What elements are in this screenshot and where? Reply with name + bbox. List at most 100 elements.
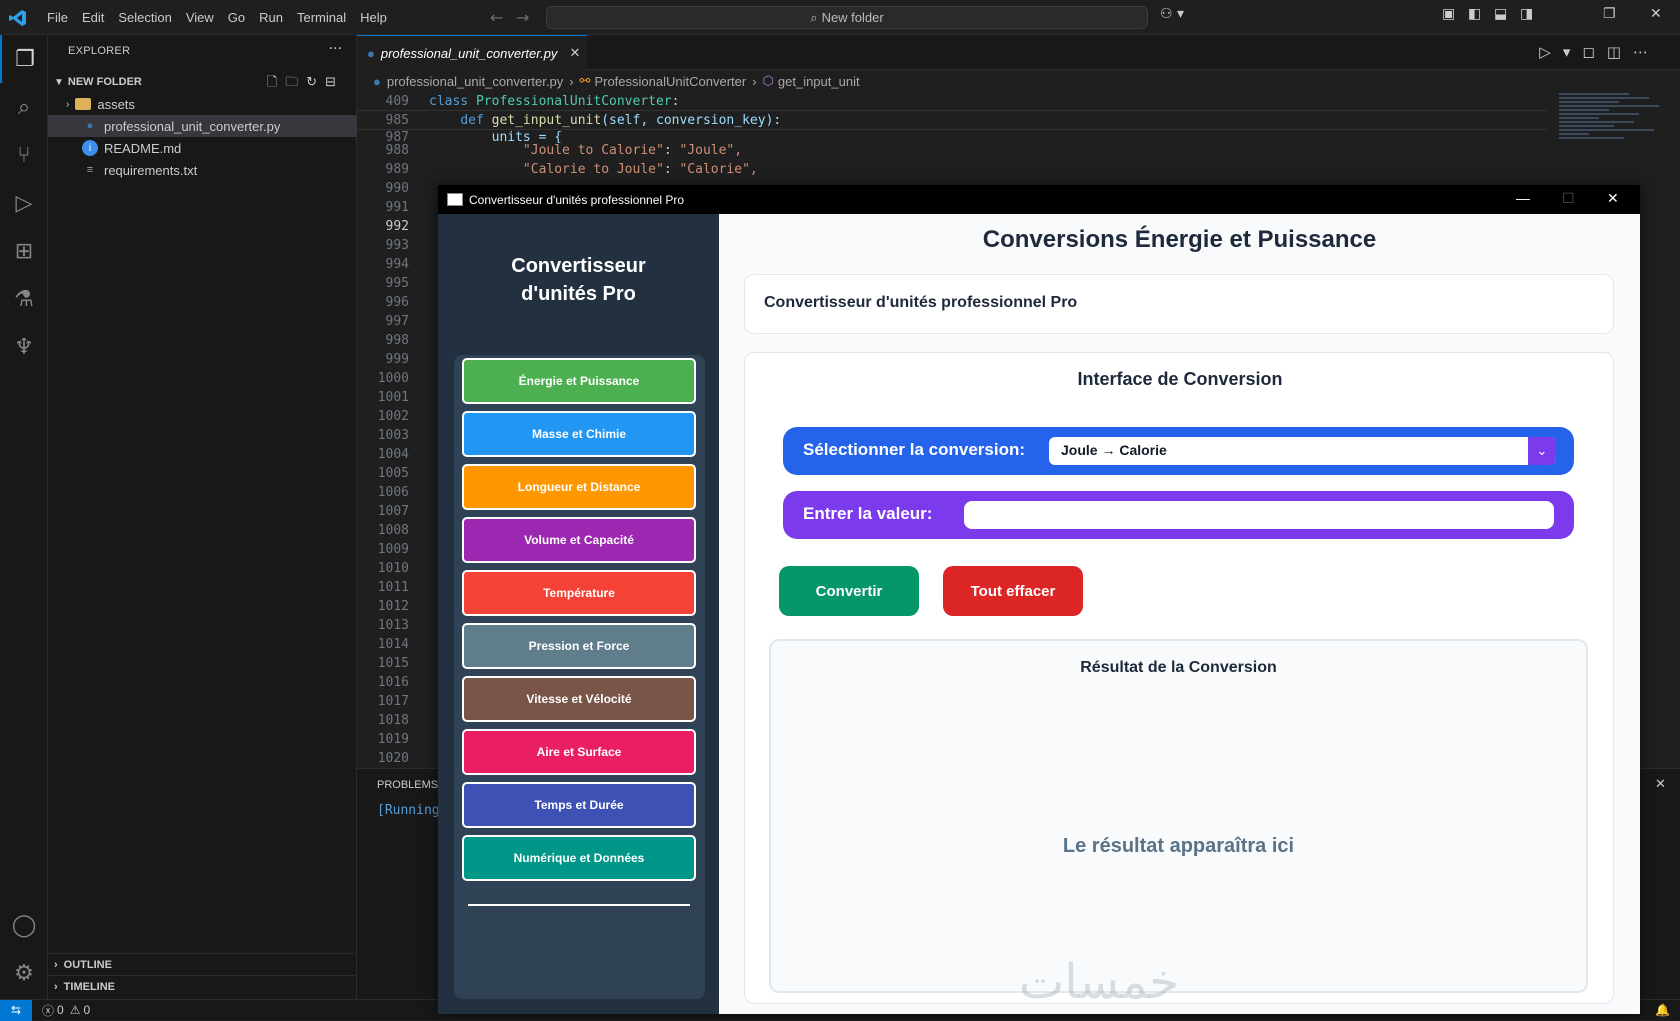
sticky-line-def[interactable]: 985 def get_input_unit(self, conversion_… xyxy=(357,111,1547,130)
testing-icon[interactable]: ⚗ xyxy=(0,275,48,323)
category-button[interactable]: Vitesse et Vélocité xyxy=(462,676,696,722)
menu-go[interactable]: Go xyxy=(221,10,252,25)
result-title: Résultat de la Conversion xyxy=(1080,659,1277,676)
app-icon xyxy=(447,193,463,206)
panel-tab-problems[interactable]: PROBLEMS xyxy=(377,779,438,791)
remote-icon[interactable]: ⇆ xyxy=(0,999,32,1021)
tab-converter-py[interactable]: ● professional_unit_converter.py ✕ xyxy=(357,35,587,70)
breadcrumb-method[interactable]: get_input_unit xyxy=(778,74,860,89)
code-line: 995 xyxy=(357,274,409,293)
category-button[interactable]: Temps et Durée xyxy=(462,782,696,828)
explorer-icon[interactable]: ❐ xyxy=(0,35,48,83)
copilot-icon[interactable]: ⚇ ▾ xyxy=(1160,6,1184,22)
outline-section[interactable]: › OUTLINE xyxy=(48,953,357,975)
convert-button[interactable]: Convertir xyxy=(779,566,919,616)
line-number: 1014 xyxy=(377,637,409,652)
line-number: 997 xyxy=(385,314,409,329)
minimize-icon[interactable]: — xyxy=(1516,190,1530,206)
search-icon: ⌕ xyxy=(810,9,818,25)
conversion-select-label: Sélectionner la conversion: xyxy=(803,440,1026,459)
menu-file[interactable]: File xyxy=(40,10,75,25)
menu-run[interactable]: Run xyxy=(252,10,290,25)
close-icon[interactable]: ✕ xyxy=(1607,190,1619,207)
category-button[interactable]: Aire et Surface xyxy=(462,729,696,775)
value-input[interactable] xyxy=(964,501,1554,529)
tree-item-requirements[interactable]: ≡ requirements.txt xyxy=(48,159,357,181)
python-file-icon: ● xyxy=(373,73,381,89)
line-number: 1002 xyxy=(377,409,409,424)
extensions-icon[interactable]: ⊞ xyxy=(0,227,48,275)
menu-edit[interactable]: Edit xyxy=(75,10,111,25)
conversion-select-value: Joule → Calorie xyxy=(1061,442,1167,458)
back-arrow-icon[interactable]: ← xyxy=(490,8,503,27)
chevron-right-icon: › xyxy=(569,73,574,89)
line-number: 1003 xyxy=(377,428,409,443)
layout-customize-icon[interactable]: ▣ xyxy=(1442,6,1455,22)
toggle-secondary-sidebar-icon[interactable]: ◨ xyxy=(1520,6,1533,22)
toggle-sidebar-icon[interactable]: ◧ xyxy=(1468,6,1481,22)
sticky-line-class[interactable]: 409 class ProfessionalUnitConverter: xyxy=(357,92,1547,111)
editor-actions[interactable]: ▷▾◻◫⋯ xyxy=(1539,43,1660,61)
category-button[interactable]: Énergie et Puissance xyxy=(462,358,696,404)
code-line: 1017 xyxy=(357,692,409,711)
folder-icon xyxy=(75,98,92,110)
breadcrumb-file[interactable]: professional_unit_converter.py xyxy=(387,74,563,89)
category-button[interactable]: Masse et Chimie xyxy=(462,411,696,457)
close-window-icon[interactable]: ✕ xyxy=(1650,6,1662,22)
code-line: 1009 xyxy=(357,540,409,559)
command-center-search[interactable]: ⌕ New folder xyxy=(546,6,1148,29)
chevron-down-icon[interactable]: ⌄ xyxy=(1528,437,1556,465)
tree-item-converter-py[interactable]: ● professional_unit_converter.py xyxy=(48,115,357,137)
category-button[interactable]: Longueur et Distance xyxy=(462,464,696,510)
search-view-icon[interactable]: ⌕ xyxy=(0,83,48,131)
python-icon[interactable]: ♆ xyxy=(0,323,48,371)
settings-gear-icon[interactable]: ⚙ xyxy=(0,949,48,997)
restore-window-icon[interactable]: ❐ xyxy=(1603,6,1616,22)
app-window-title: Convertisseur d'unités professionnel Pro xyxy=(469,192,685,207)
code-line: 1002 xyxy=(357,407,409,426)
page-title: Conversions Énergie et Puissance xyxy=(982,226,1377,253)
activity-bar: ❐ ⌕ ⑂ ▷ ⊞ ⚗ ♆ ◯ ⚙ xyxy=(0,35,48,999)
forward-arrow-icon[interactable]: → xyxy=(516,8,529,27)
chevron-down-icon: ▼ xyxy=(54,76,64,88)
category-button[interactable]: Numérique et Données xyxy=(462,835,696,881)
timeline-section[interactable]: › TIMELINE xyxy=(48,975,357,997)
tree-item-assets[interactable]: › assets xyxy=(48,93,357,115)
code-line: 1011 xyxy=(357,578,409,597)
more-actions-icon[interactable]: ··· xyxy=(329,41,342,57)
category-button[interactable]: Volume et Capacité xyxy=(462,517,696,563)
editor-tabs: ● professional_unit_converter.py ✕ ▷▾◻◫⋯ xyxy=(357,35,1680,70)
menu-view[interactable]: View xyxy=(179,10,221,25)
account-icon[interactable]: ◯ xyxy=(0,901,48,949)
close-panel-icon[interactable]: ✕ xyxy=(1655,777,1666,792)
notifications-bell-icon[interactable]: 🔔 xyxy=(1655,1003,1670,1017)
value-input-row: Entrer la valeur: xyxy=(783,491,1574,539)
source-control-icon[interactable]: ⑂ xyxy=(0,131,48,179)
breadcrumb: ● professional_unit_converter.py › ⚯ Pro… xyxy=(357,70,1680,92)
folder-toolbar-icons[interactable]: 🗋🗀↻⊟ xyxy=(267,73,344,95)
conversion-select[interactable]: Joule → Calorie ⌄ xyxy=(1049,437,1556,465)
line-number: 995 xyxy=(385,276,409,291)
warning-icon[interactable]: ⚠ xyxy=(70,1003,81,1017)
maximize-icon[interactable]: ☐ xyxy=(1562,190,1575,207)
clear-all-button[interactable]: Tout effacer xyxy=(943,566,1083,616)
tree-item-readme[interactable]: i README.md xyxy=(48,137,357,159)
code-line: 1006 xyxy=(357,483,409,502)
toggle-panel-icon[interactable]: ⬓ xyxy=(1494,6,1507,22)
menu-selection[interactable]: Selection xyxy=(111,10,178,25)
category-button[interactable]: Température xyxy=(462,570,696,616)
run-debug-icon[interactable]: ▷ xyxy=(0,179,48,227)
line-number: 1011 xyxy=(377,580,409,595)
warning-count: 0 xyxy=(83,1003,91,1017)
category-divider xyxy=(468,904,690,906)
menu-help[interactable]: Help xyxy=(353,10,394,25)
category-button[interactable]: Pression et Force xyxy=(462,623,696,669)
code-line: 1005 xyxy=(357,464,409,483)
close-tab-icon[interactable]: ✕ xyxy=(569,45,580,61)
line-number: 1017 xyxy=(377,694,409,709)
breadcrumb-class[interactable]: ProfessionalUnitConverter xyxy=(594,74,746,89)
result-box: Résultat de la Conversion Le résultat ap… xyxy=(769,639,1588,993)
menu-terminal[interactable]: Terminal xyxy=(290,10,353,25)
code-line: 1003 xyxy=(357,426,409,445)
error-icon[interactable]: ⓧ xyxy=(42,1002,54,1019)
